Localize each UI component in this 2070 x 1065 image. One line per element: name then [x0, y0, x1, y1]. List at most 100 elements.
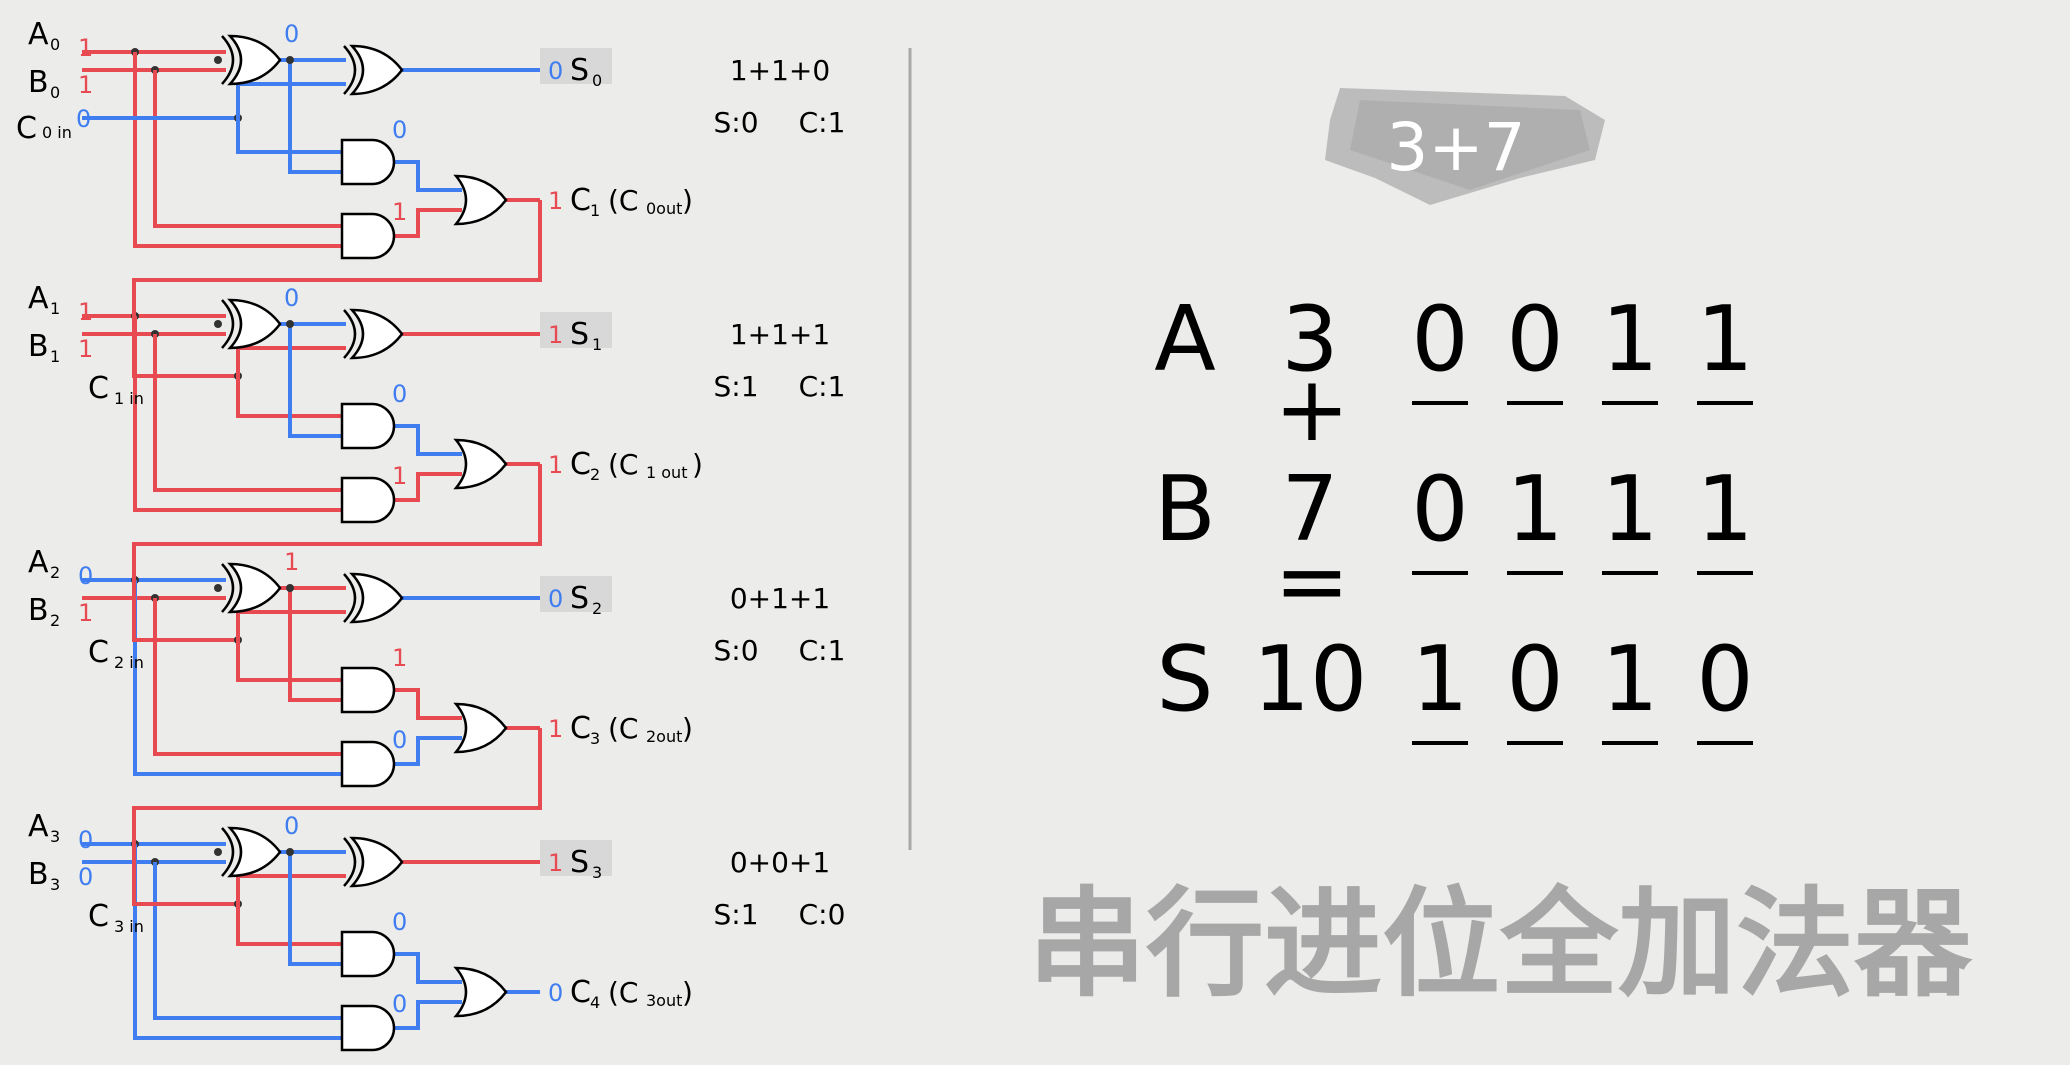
wire-b-branch [153, 598, 342, 756]
wire-p-to-and [288, 60, 342, 174]
stage-carry-result: C:1 [799, 370, 846, 403]
label-carry: C [570, 183, 591, 218]
and-gate [340, 476, 396, 524]
bit-b: 0 [78, 863, 93, 891]
wire-p-to-and [288, 324, 342, 438]
stage-carry-result: C:1 [799, 634, 846, 667]
ripple-carry-adder-circuit: A 0B 011C 0 in 00010 S 01 C 1 (C 0out)1+1+0S:0 C:1A… [16, 17, 846, 1052]
label-carry-paren: (C [608, 448, 638, 481]
stage-equation: 1+1+0 [730, 54, 830, 87]
bit-sum: 0 [548, 585, 563, 613]
bit-and2-out: 1 [392, 462, 407, 490]
label-sum: S [570, 845, 589, 880]
junction-dot [286, 584, 294, 592]
bit-sum: 0 [548, 57, 563, 85]
page-title: 串行进位全加法器 [1028, 875, 1973, 1013]
wire-b-branch [153, 862, 342, 1020]
label-sum-sub: 0 [592, 71, 602, 90]
label-carry-paren-close: ) [682, 712, 693, 745]
stage-sum-result: S:1 [713, 898, 758, 931]
label-b-sub: 2 [50, 611, 60, 630]
stage-sum-result: S:1 [713, 370, 758, 403]
stage-equation: 1+1+1 [730, 318, 830, 351]
row-label: B [1154, 457, 1216, 562]
label-a: A [28, 545, 49, 580]
problem-badge: 3+7 [1325, 88, 1605, 205]
bit-and2-out: 1 [392, 198, 407, 226]
stage-equation: 0+1+1 [730, 582, 830, 615]
label-carry: C [570, 975, 591, 1010]
label-carry-paren-close: ) [692, 448, 703, 481]
junction-dot [286, 56, 294, 64]
or-gate [453, 966, 508, 1018]
bit-carry: 1 [548, 187, 563, 215]
wire-and1-out [395, 688, 462, 720]
adder-stage-3: A 3B 300C 3 in0001 S 30 C 4 (C 3out)0+0+1S:1 C:0 [28, 728, 845, 1052]
label-cin: C [88, 371, 109, 406]
label-b-sub: 0 [50, 83, 60, 102]
bit-a: 0 [78, 562, 93, 590]
label-sum: S [570, 53, 589, 88]
label-b: B [28, 593, 49, 628]
row-bit: 0 [1411, 457, 1468, 562]
and-gate [340, 138, 396, 186]
binary-addition-table: A 3 0 0 1 1B 7 0 1 1 1S 10 1 0 1 0+= [1154, 287, 1754, 745]
row-bit: 1 [1601, 287, 1658, 392]
or-gate [453, 174, 508, 226]
stage-equation: 0+0+1 [730, 846, 830, 879]
label-carry-paren-close: ) [682, 184, 693, 217]
junction-dot [214, 320, 222, 328]
label-cin-sub: 2 in [114, 653, 144, 672]
label-carry-paren: (C [608, 976, 638, 1009]
junction-dot [286, 320, 294, 328]
stage-sum-result: S:0 [713, 106, 758, 139]
bit-and1-out: 0 [392, 380, 407, 408]
table-row-b: B70111 [1154, 457, 1754, 575]
label-b: B [28, 329, 49, 364]
label-cin: C [88, 899, 109, 934]
bit-carry: 1 [548, 715, 563, 743]
label-carry-paren: (C [608, 712, 638, 745]
and-gate [340, 212, 396, 260]
label-sum-sub: 2 [592, 599, 602, 618]
label-cin-sub: 1 in [114, 389, 144, 408]
wire-and1-out [395, 424, 462, 456]
row-bit: 0 [1696, 627, 1753, 732]
label-carry-paren-sub: 3out [646, 991, 682, 1010]
label-carry-sub: 4 [590, 993, 600, 1012]
label-carry: C [570, 711, 591, 746]
table-row-a: A30011 [1154, 287, 1754, 405]
label-carry-sub: 3 [590, 729, 600, 748]
bit-b: 1 [78, 335, 93, 363]
label-carry: C [570, 447, 591, 482]
row-bit: 1 [1696, 457, 1753, 562]
problem-text: 3+7 [1386, 109, 1525, 186]
bit-xor1-out: 0 [284, 812, 299, 840]
bit-and1-out: 0 [392, 116, 407, 144]
wire-b-branch [153, 334, 342, 492]
bit-a: 1 [78, 298, 93, 326]
label-a: A [28, 17, 49, 52]
label-sum-sub: 1 [592, 335, 602, 354]
label-carry-paren: (C [608, 184, 638, 217]
label-cin: C [88, 635, 109, 670]
bit-b: 1 [78, 71, 93, 99]
label-a: A [28, 281, 49, 316]
label-carry-paren-sub: 0out [646, 199, 682, 218]
bit-xor1-out: 1 [284, 548, 299, 576]
label-a-sub: 0 [50, 35, 60, 54]
row-bit: 0 [1411, 287, 1468, 392]
and-gate [340, 402, 396, 450]
table-row-s: S 10 1 0 1 0 [1156, 627, 1754, 745]
and-gate [340, 1004, 396, 1052]
label-a-sub: 2 [50, 563, 60, 582]
xor-gate [343, 44, 404, 96]
canvas: A 0B 011C 0 in 00010 S 01 C 1 (C 0out)1+1+0S:0 C:1A… [16, 17, 1973, 1052]
stage-carry-result: C:1 [799, 106, 846, 139]
row-bit: 1 [1696, 287, 1753, 392]
or-gate [453, 438, 508, 490]
bit-a: 0 [78, 826, 93, 854]
row-bit: 0 [1506, 287, 1563, 392]
adder-stage-2: A 2B 201C 2 in1100 S 21 C 3 (C 2out)0+1+1S:0 C:1 [28, 464, 846, 788]
junction-dot [214, 56, 222, 64]
